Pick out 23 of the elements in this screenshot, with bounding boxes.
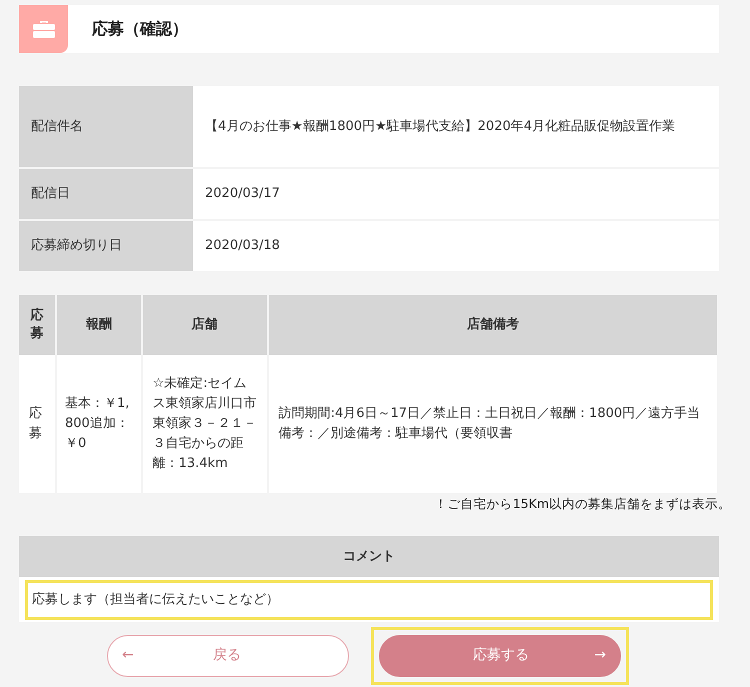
apply-button[interactable]: 応募する → <box>379 634 621 677</box>
left-arrow-icon: ← <box>122 645 134 666</box>
field-value: 【4月のお仕事★報酬1800円★駐車場代支給】2020年4月化粧品販促物設置作業 <box>205 118 676 134</box>
table-cell-text: 基本：￥1,800追加：￥0 <box>65 395 130 453</box>
column-header: 店舗 <box>192 317 218 332</box>
column-header: 応募 <box>30 306 44 343</box>
column-header: 店舗備考 <box>466 317 519 332</box>
back-button[interactable]: ← 戻る <box>107 634 349 677</box>
page-title: 応募（確認） <box>92 18 188 40</box>
table-cell-text: ☆未確定:セイムス東領家店川口市東領家３－２１－３自宅からの距離：13.4km <box>152 375 257 473</box>
field-label: 応募締め切り日 <box>31 238 122 254</box>
field-label: 配信日 <box>31 186 70 202</box>
comment-field[interactable]: 応募します（担当者に伝えたいことなど） <box>25 580 713 620</box>
table-cell-text: 訪問期間:4月6日～17日／禁止日：土日祝日／報酬：1800円／遠方手当備考：／別途備考：駐車場代（要領収書 <box>278 405 702 443</box>
table-cell-text: 応募 <box>29 405 42 443</box>
field-value: 2020/03/17 <box>205 186 280 201</box>
column-header: 報酬 <box>86 317 112 332</box>
note-text: ！ご自宅から15Km以内の募集店舗をまずは表示。 <box>434 496 731 511</box>
briefcase-icon <box>32 20 54 38</box>
field-value: 2020/03/18 <box>205 238 280 253</box>
right-arrow-icon: → <box>594 645 606 666</box>
field-label: 配信件名 <box>31 118 83 134</box>
comment-heading: コメント <box>343 548 395 566</box>
